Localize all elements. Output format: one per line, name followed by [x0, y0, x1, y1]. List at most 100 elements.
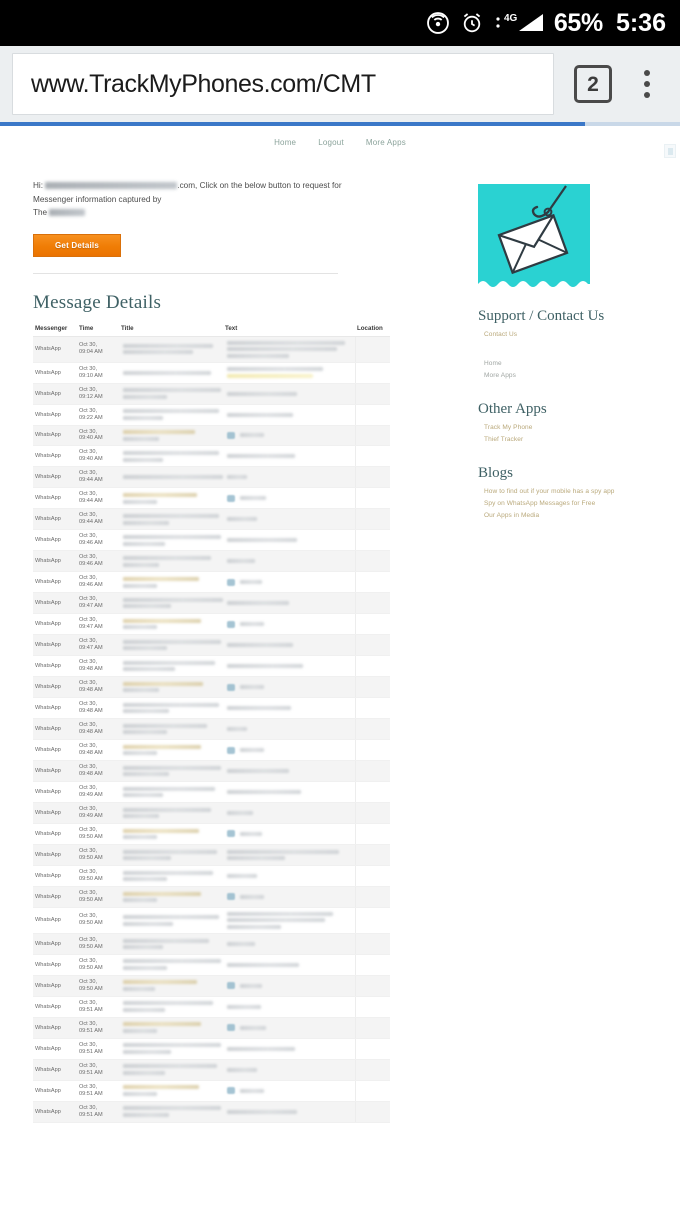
cell-text: [223, 383, 355, 405]
table-row[interactable]: WhatsApp Oct 30, 09:46 AM: [33, 571, 390, 594]
table-row[interactable]: WhatsApp Oct 30, 09:47 AM: [33, 592, 390, 615]
cell-time: Oct 30, 09:50 AM: [77, 844, 119, 866]
cell-location: [354, 404, 390, 426]
cell-location: [354, 697, 390, 720]
cell-messenger: WhatsApp: [33, 933, 77, 955]
table-row[interactable]: WhatsApp Oct 30, 09:50 AM: [33, 886, 390, 908]
sidebar-link-blog-spy-app[interactable]: How to find out if your mobile has a spy…: [484, 488, 680, 495]
cell-messenger: WhatsApp: [33, 404, 77, 426]
cell-text: [223, 634, 355, 657]
cell-messenger: WhatsApp: [33, 613, 77, 636]
cell-messenger: WhatsApp: [33, 1038, 77, 1060]
cell-text: [223, 550, 355, 573]
cell-text: [223, 844, 355, 866]
sidebar-link-more-apps[interactable]: More Apps: [484, 372, 680, 379]
cell-text: [223, 445, 355, 468]
topnav-item-more-apps[interactable]: More Apps: [366, 138, 406, 147]
table-row[interactable]: WhatsApp Oct 30, 09:50 AM: [33, 844, 390, 866]
sidebar-link-track-my-phone[interactable]: Track My Phone: [484, 424, 680, 431]
table-row[interactable]: WhatsApp Oct 30, 09:51 AM: [33, 1017, 390, 1039]
table-row[interactable]: WhatsApp Oct 30, 09:40 AM: [33, 445, 390, 468]
table-row[interactable]: WhatsApp Oct 30, 09:48 AM: [33, 697, 390, 720]
cell-text: [223, 886, 355, 908]
table-row[interactable]: WhatsApp Oct 30, 09:51 AM: [33, 1038, 390, 1060]
table-row[interactable]: WhatsApp Oct 30, 09:47 AM: [33, 613, 390, 636]
table-row[interactable]: WhatsApp Oct 30, 09:12 AM: [33, 383, 390, 405]
table-row[interactable]: WhatsApp Oct 30, 09:49 AM: [33, 802, 390, 824]
sidebar-link-blog-media[interactable]: Our Apps in Media: [484, 512, 680, 519]
cell-text: [223, 487, 355, 510]
sidebar-link-home[interactable]: Home: [484, 360, 680, 367]
cell-title: [119, 933, 223, 955]
tab-switcher-button[interactable]: 2: [574, 65, 612, 103]
cell-title: [119, 975, 223, 997]
cell-location: [354, 613, 390, 636]
cell-time: Oct 30, 09:22 AM: [77, 404, 119, 426]
cell-title: [119, 760, 223, 782]
cell-location: [354, 655, 390, 678]
cell-location: [354, 802, 390, 824]
table-row[interactable]: WhatsApp Oct 30, 09:50 AM: [33, 907, 390, 934]
table-row[interactable]: WhatsApp Oct 30, 09:50 AM: [33, 865, 390, 887]
table-row[interactable]: WhatsApp Oct 30, 09:44 AM: [33, 466, 390, 489]
sidebar-link-blog-whatsapp[interactable]: Spy on WhatsApp Messages for Free: [484, 500, 680, 507]
cell-title: [119, 781, 223, 803]
cell-text: [223, 975, 355, 997]
topnav-item-home[interactable]: Home: [274, 138, 296, 147]
table-row[interactable]: WhatsApp Oct 30, 09:47 AM: [33, 634, 390, 657]
table-row[interactable]: WhatsApp Oct 30, 09:48 AM: [33, 718, 390, 741]
cell-location: [354, 362, 390, 384]
get-details-button[interactable]: Get Details: [33, 233, 121, 257]
table-row[interactable]: WhatsApp Oct 30, 09:51 AM: [33, 996, 390, 1018]
table-row[interactable]: WhatsApp Oct 30, 09:50 AM: [33, 933, 390, 955]
cell-title: [119, 487, 223, 510]
corner-widget-icon[interactable]: [664, 144, 676, 158]
table-row[interactable]: WhatsApp Oct 30, 09:51 AM: [33, 1080, 390, 1102]
cell-text: [223, 907, 355, 934]
col-location: Location: [355, 321, 390, 337]
table-row[interactable]: WhatsApp Oct 30, 09:46 AM: [33, 529, 390, 552]
cell-time: Oct 30, 09:51 AM: [77, 996, 119, 1018]
other-apps-links: Track My Phone Thief Tracker: [484, 424, 680, 443]
table-row[interactable]: WhatsApp Oct 30, 09:48 AM: [33, 655, 390, 678]
table-row[interactable]: WhatsApp Oct 30, 09:51 AM: [33, 1059, 390, 1081]
sidebar-link-contact-us[interactable]: Contact Us: [484, 331, 680, 338]
cell-time: Oct 30, 09:12 AM: [77, 383, 119, 405]
support-links: Contact Us: [484, 331, 680, 338]
url-bar[interactable]: www.TrackMyPhones.com/CMT: [12, 53, 554, 115]
cell-time: Oct 30, 09:51 AM: [77, 1101, 119, 1123]
envelope-on-fish-hook-phishing-icon: [478, 184, 590, 292]
kebab-menu-icon[interactable]: [634, 70, 660, 98]
table-row[interactable]: WhatsApp Oct 30, 09:48 AM: [33, 739, 390, 761]
cell-time: Oct 30, 09:47 AM: [77, 592, 119, 615]
cell-time: Oct 30, 09:49 AM: [77, 802, 119, 824]
table-row[interactable]: WhatsApp Oct 30, 09:04 AM: [33, 336, 390, 363]
cell-messenger: WhatsApp: [33, 1059, 77, 1081]
col-time: Time: [77, 321, 119, 337]
cell-location: [354, 676, 390, 699]
support-heading: Support / Contact Us: [478, 308, 605, 324]
table-row[interactable]: WhatsApp Oct 30, 09:50 AM: [33, 823, 390, 845]
table-row[interactable]: WhatsApp Oct 30, 09:22 AM: [33, 404, 390, 426]
table-row[interactable]: WhatsApp Oct 30, 09:50 AM: [33, 975, 390, 997]
url-text[interactable]: www.TrackMyPhones.com/CMT: [31, 70, 376, 99]
table-row[interactable]: WhatsApp Oct 30, 09:10 AM: [33, 362, 390, 384]
table-row[interactable]: WhatsApp Oct 30, 09:51 AM: [33, 1101, 390, 1123]
cell-messenger: WhatsApp: [33, 954, 77, 976]
table-row[interactable]: WhatsApp Oct 30, 09:48 AM: [33, 760, 390, 782]
webpage-viewport[interactable]: Home Logout More Apps Hi: .com, Click on…: [0, 126, 680, 1205]
sidebar-link-thief-tracker[interactable]: Thief Tracker: [484, 436, 680, 443]
cell-messenger: WhatsApp: [33, 739, 77, 761]
cell-messenger: WhatsApp: [33, 802, 77, 824]
table-row[interactable]: WhatsApp Oct 30, 09:46 AM: [33, 550, 390, 573]
table-row[interactable]: WhatsApp Oct 30, 09:48 AM: [33, 676, 390, 699]
topnav-item-logout[interactable]: Logout: [318, 138, 344, 147]
table-row[interactable]: WhatsApp Oct 30, 09:40 AM: [33, 425, 390, 447]
table-row[interactable]: WhatsApp Oct 30, 09:44 AM: [33, 508, 390, 531]
table-row[interactable]: WhatsApp Oct 30, 09:49 AM: [33, 781, 390, 803]
table-row[interactable]: WhatsApp Oct 30, 09:44 AM: [33, 487, 390, 510]
table-row[interactable]: WhatsApp Oct 30, 09:50 AM: [33, 954, 390, 976]
4g-signal-icon: 4G: [493, 10, 545, 36]
col-messenger: Messenger: [33, 321, 77, 337]
site-top-nav: Home Logout More Apps: [0, 126, 680, 155]
